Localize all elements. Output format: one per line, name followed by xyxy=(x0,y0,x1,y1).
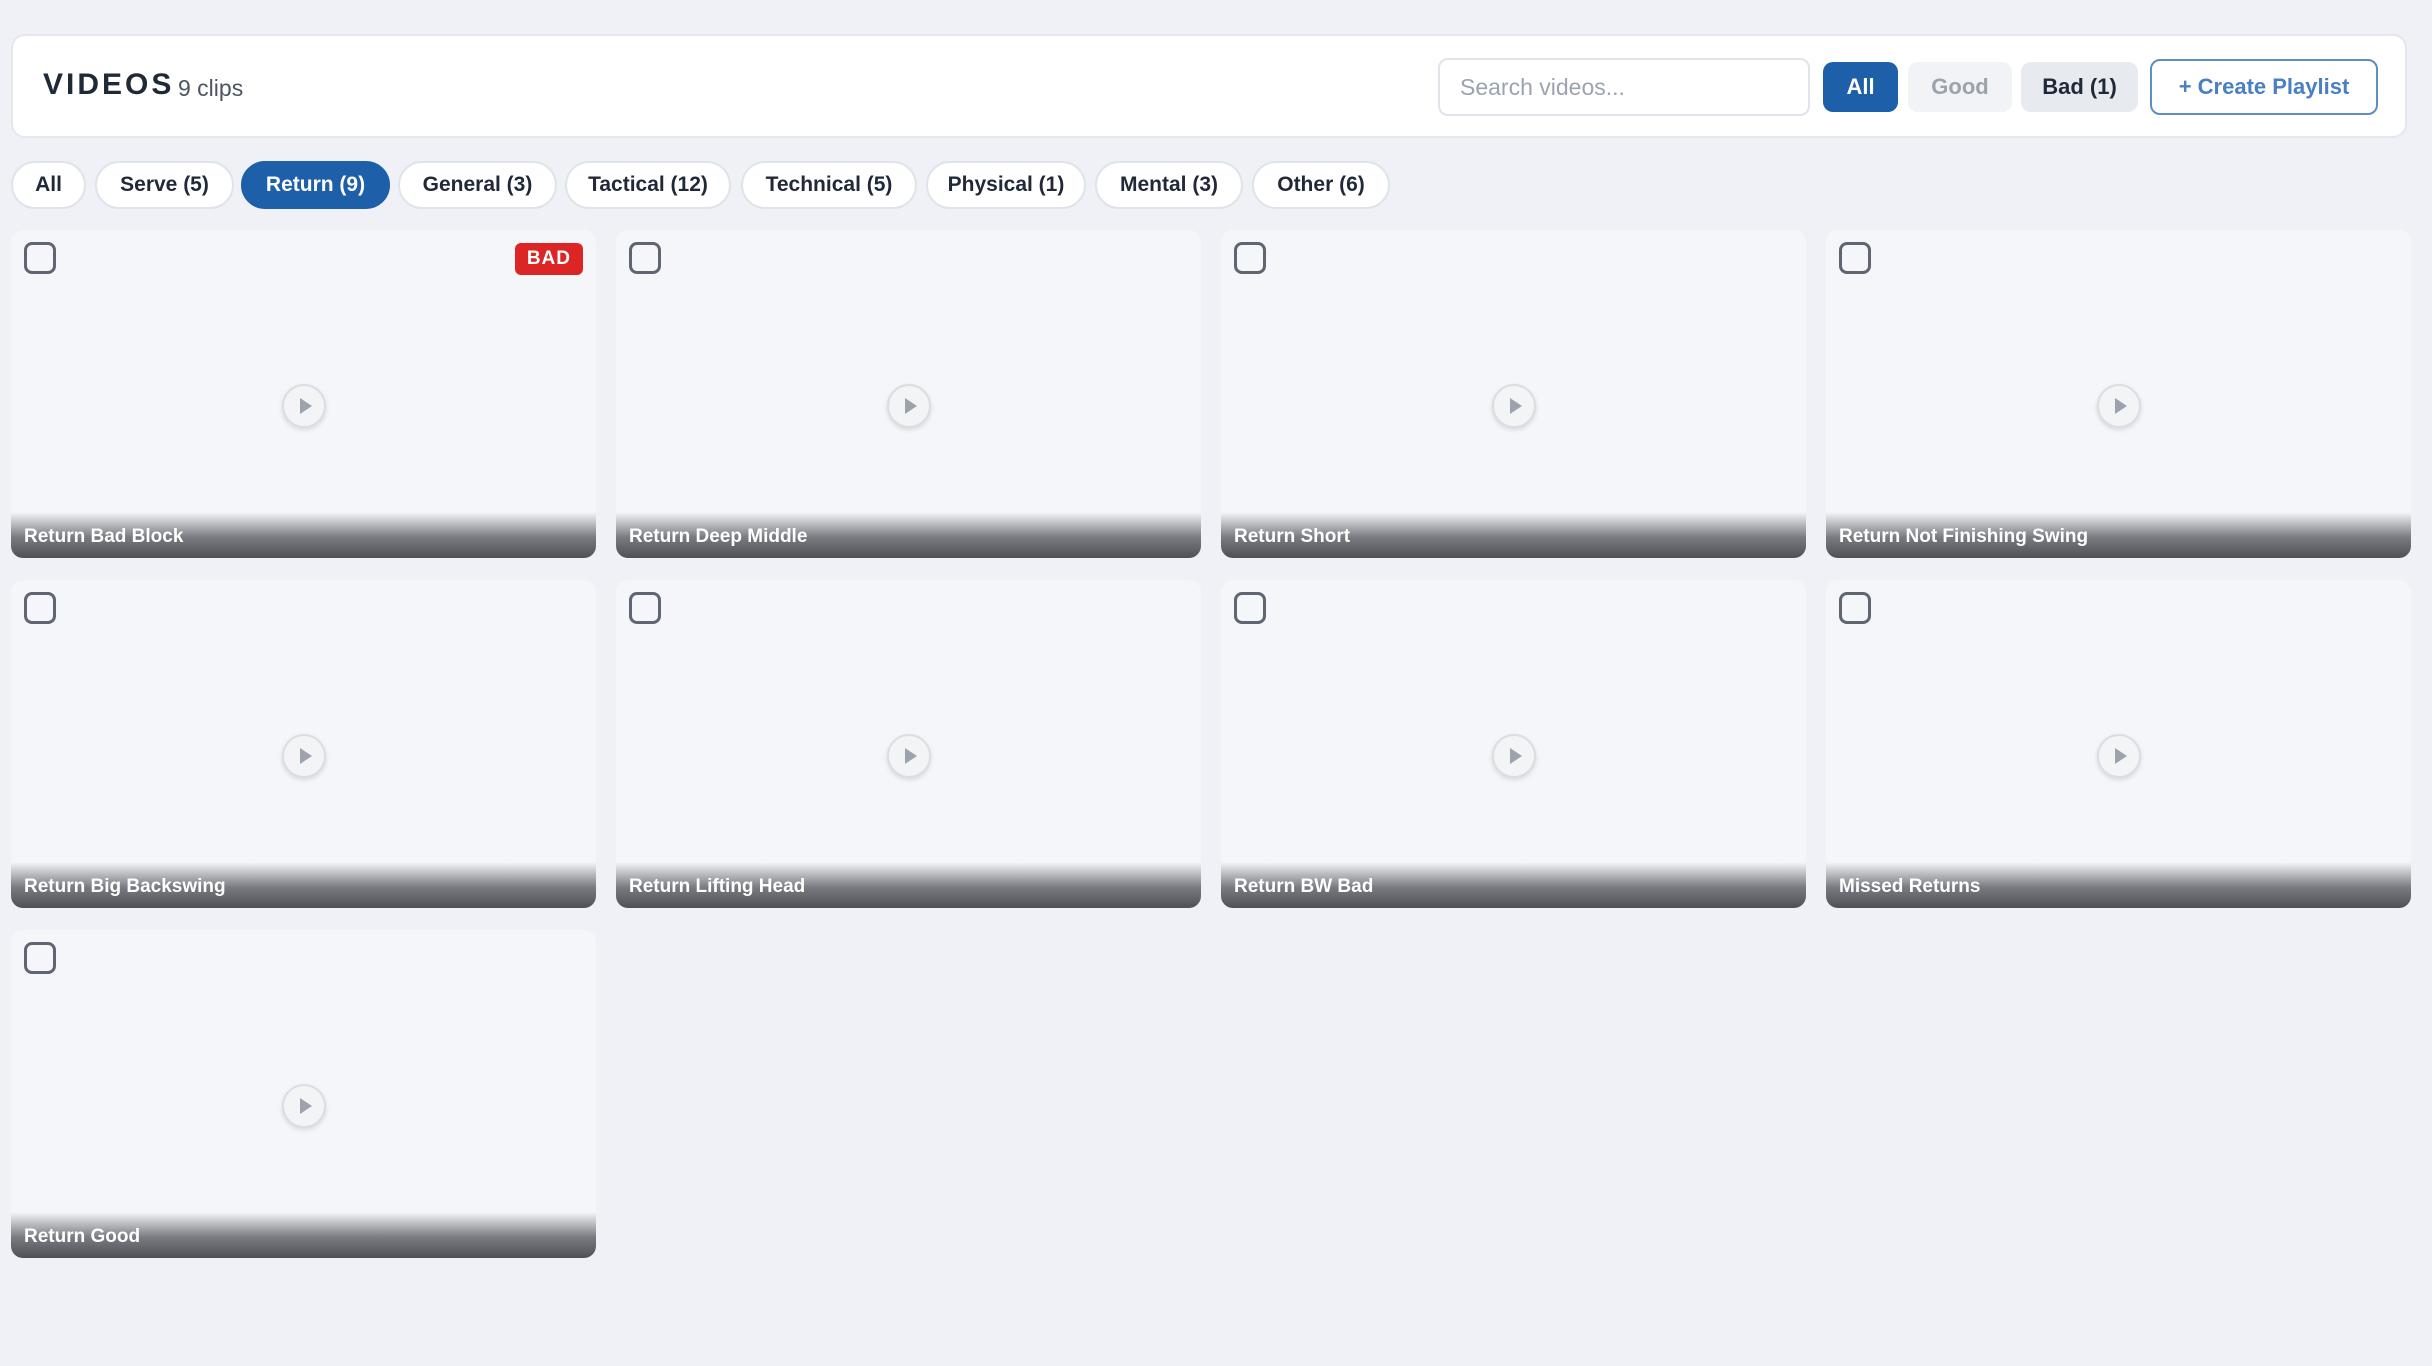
category-pill-return[interactable]: Return (9) xyxy=(241,161,390,209)
category-pill-mental[interactable]: Mental (3) xyxy=(1095,161,1243,209)
category-pill-other[interactable]: Other (6) xyxy=(1252,161,1390,209)
video-title-bar: Return Bad Block xyxy=(11,512,596,558)
video-title-bar: Return Short xyxy=(1221,512,1806,558)
create-playlist-button[interactable]: + Create Playlist xyxy=(2150,59,2378,115)
play-icon[interactable] xyxy=(1491,384,1536,428)
video-card[interactable]: Return Not Finishing Swing xyxy=(1826,230,2411,558)
category-pill-all[interactable]: All xyxy=(11,161,86,209)
play-icon[interactable] xyxy=(886,384,931,428)
video-title: Return Not Finishing Swing xyxy=(1839,526,2089,547)
video-title: Return BW Bad xyxy=(1234,876,1374,897)
play-icon[interactable] xyxy=(2096,384,2141,428)
video-title-bar: Missed Returns xyxy=(1826,862,2411,908)
play-icon[interactable] xyxy=(1491,734,1536,778)
video-card[interactable]: Return Short xyxy=(1221,230,1806,558)
video-title-bar: Return Big Backswing xyxy=(11,862,596,908)
video-title: Missed Returns xyxy=(1839,876,1981,897)
search-input[interactable] xyxy=(1438,58,1810,116)
video-title: Return Big Backswing xyxy=(24,876,226,897)
select-checkbox[interactable] xyxy=(1839,242,1871,274)
category-pill-physical[interactable]: Physical (1) xyxy=(926,161,1086,209)
video-card[interactable]: Return Lifting Head xyxy=(616,580,1201,908)
play-icon[interactable] xyxy=(281,384,326,428)
category-pill-serve[interactable]: Serve (5) xyxy=(95,161,234,209)
category-pill-general[interactable]: General (3) xyxy=(398,161,557,209)
category-pill-technical[interactable]: Technical (5) xyxy=(741,161,917,209)
video-card[interactable]: Missed Returns xyxy=(1826,580,2411,908)
bad-badge: BAD xyxy=(514,243,583,275)
play-icon[interactable] xyxy=(281,1084,326,1128)
select-checkbox[interactable] xyxy=(1839,592,1871,624)
category-pill-tactical[interactable]: Tactical (12) xyxy=(565,161,731,209)
video-title-bar: Return Good xyxy=(11,1212,596,1258)
select-checkbox[interactable] xyxy=(24,942,56,974)
play-icon[interactable] xyxy=(2096,734,2141,778)
select-checkbox[interactable] xyxy=(24,242,56,274)
video-title: Return Short xyxy=(1234,526,1351,547)
videos-header: VIDEOS 9 clips All Good Bad (1) + Create… xyxy=(11,34,2407,138)
video-title-bar: Return Not Finishing Swing xyxy=(1826,512,2411,558)
select-checkbox[interactable] xyxy=(1234,592,1266,624)
video-title-bar: Return Deep Middle xyxy=(616,512,1201,558)
video-card[interactable]: Return BW Bad xyxy=(1221,580,1806,908)
select-checkbox[interactable] xyxy=(1234,242,1266,274)
select-checkbox[interactable] xyxy=(629,592,661,624)
video-title: Return Lifting Head xyxy=(629,876,806,897)
clip-count: 9 clips xyxy=(178,75,244,101)
video-card[interactable]: Return Deep Middle xyxy=(616,230,1201,558)
video-title: Return Bad Block xyxy=(24,526,184,547)
video-title: Return Good xyxy=(24,1226,141,1247)
video-title-bar: Return BW Bad xyxy=(1221,862,1806,908)
filter-bad-button[interactable]: Bad (1) xyxy=(2021,62,2138,112)
filter-good-button[interactable]: Good xyxy=(1908,62,2012,112)
video-card[interactable]: BAD Return Bad Block xyxy=(11,230,596,558)
select-checkbox[interactable] xyxy=(629,242,661,274)
video-card[interactable]: Return Good xyxy=(11,930,596,1258)
select-checkbox[interactable] xyxy=(24,592,56,624)
play-icon[interactable] xyxy=(886,734,931,778)
play-icon[interactable] xyxy=(281,734,326,778)
video-title: Return Deep Middle xyxy=(629,526,808,547)
video-card[interactable]: Return Big Backswing xyxy=(11,580,596,908)
filter-all-button[interactable]: All xyxy=(1823,62,1898,112)
video-title-bar: Return Lifting Head xyxy=(616,862,1201,908)
page-title: VIDEOS xyxy=(43,68,175,101)
